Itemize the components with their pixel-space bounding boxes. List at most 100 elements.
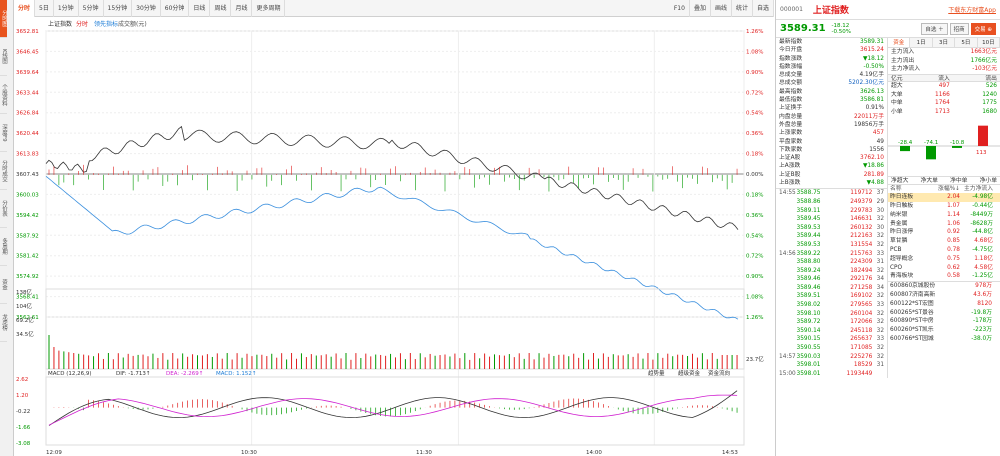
quote-name: 上证指数 bbox=[812, 6, 849, 16]
sector-row[interactable]: 纳米银 1.14 -8449万 bbox=[888, 211, 1000, 220]
sector-row[interactable]: 草甘膦 0.85 4.68亿 bbox=[888, 237, 1000, 246]
macd-label-1: 1.20 bbox=[16, 393, 29, 399]
sector-name: 纳米银 bbox=[890, 211, 908, 218]
period-tab-3[interactable]: 5分钟 bbox=[79, 0, 104, 17]
tick-cell-0 bbox=[779, 361, 797, 370]
tick-cell-0 bbox=[779, 267, 797, 276]
tick-cell-2: 215763 bbox=[850, 250, 873, 257]
period-tab-1[interactable]: 5日 bbox=[35, 0, 54, 17]
stock-row[interactable]: 600890 *ST中房 -178万 bbox=[888, 317, 1000, 326]
dif-line bbox=[48, 390, 738, 426]
sidebar-item-4[interactable]: 分时成交 bbox=[0, 152, 7, 190]
tick-cell-0 bbox=[779, 344, 797, 353]
tick-cell-1: 3590.55 bbox=[796, 345, 821, 352]
sector-row[interactable]: 昨日涨停 0.92 -44.8亿 bbox=[888, 228, 1000, 237]
stat-value: ▼4.88 bbox=[866, 180, 884, 187]
fund-tab-3[interactable]: 5日 bbox=[955, 38, 978, 47]
sector-row[interactable]: 昨日连板 2.04 -4.98亿 bbox=[888, 193, 1000, 203]
stat-value: 0.91% bbox=[865, 105, 884, 112]
tick-row: 3598.01 18529 31 bbox=[776, 361, 887, 370]
indicator-tab-2[interactable]: 资金流向 bbox=[708, 369, 730, 377]
toolbar-right-1[interactable]: 叠加 bbox=[690, 0, 711, 17]
add-watchlist-button[interactable]: 自选 ＋ bbox=[921, 22, 948, 35]
period-tab-5[interactable]: 30分钟 bbox=[132, 0, 161, 17]
tick-cell-0 bbox=[779, 198, 797, 207]
tick-cell-3: 32 bbox=[876, 241, 885, 248]
tick-cell-2: 172066 bbox=[850, 319, 873, 326]
y-label-0: 3652.81 bbox=[16, 29, 39, 35]
period-tab-7[interactable]: 日线 bbox=[189, 0, 211, 17]
sidebar-item-3[interactable]: 深度F9 bbox=[0, 114, 7, 152]
stock-row[interactable]: 600260 *ST凯乐 -223万 bbox=[888, 326, 1000, 335]
tick-cell-3: 32 bbox=[876, 293, 885, 300]
time-label-0: 12:09 bbox=[46, 450, 62, 456]
stat-row: 今日开盘 3615.24 bbox=[776, 46, 887, 54]
y-label-11: 3581.42 bbox=[16, 254, 39, 260]
tick-cell-2: 1193449 bbox=[846, 370, 873, 377]
stock-list[interactable]: 600860 京城股份 978万 600807 济南高新 43.6万 600122 *ST宏图… bbox=[888, 281, 1000, 344]
sidebar-item-5[interactable]: 分价表 bbox=[0, 190, 7, 228]
tick-cell-0 bbox=[779, 224, 797, 233]
sector-name: CPO bbox=[890, 264, 903, 271]
sector-row[interactable]: 超导概念 0.75 1.18亿 bbox=[888, 255, 1000, 264]
sector-row[interactable]: CPO 0.62 4.58亿 bbox=[888, 264, 1000, 273]
tick-cell-2: 265637 bbox=[850, 336, 873, 343]
period-tab-10[interactable]: 更多周期 bbox=[252, 0, 286, 17]
indicator-tab-0[interactable]: 趋势量 bbox=[648, 369, 665, 377]
fund-tab-2[interactable]: 3日 bbox=[933, 38, 956, 47]
stock-name: 济南高新 bbox=[912, 292, 936, 299]
sidebar-item-2[interactable]: 个股资料 bbox=[0, 76, 7, 114]
sector-list[interactable]: 昨日连板 2.04 -4.98亿 昨日触板 1.07 -0.44亿 纳米银 1.14 -8449… bbox=[888, 193, 1000, 281]
intraday-chart[interactable]: 上证指数 分时 领先指标 成交额(元) 3652.81 1.26% 3646.45 1.08%… bbox=[14, 17, 774, 456]
tick-list[interactable]: 14:55 3588.75 119712 37 3588.86 249379 29 3589.… bbox=[776, 188, 887, 378]
toolbar-right-4[interactable]: 自选 bbox=[753, 0, 774, 17]
stat-row: 上证换手 0.91% bbox=[776, 104, 887, 112]
toolbar-right-0[interactable]: F10 bbox=[670, 0, 690, 17]
period-tab-9[interactable]: 月线 bbox=[231, 0, 253, 17]
stat-value: 4.19亿手 bbox=[859, 72, 884, 79]
stock-row[interactable]: 600122 *ST宏图 8120 bbox=[888, 300, 1000, 309]
sector-pct: 1.07 bbox=[947, 203, 960, 210]
sector-row[interactable]: PCB 0.78 -4.75亿 bbox=[888, 246, 1000, 255]
tick-cell-1: 3589.44 bbox=[796, 233, 821, 240]
indicator-tab-1[interactable]: 超级资金 bbox=[678, 369, 701, 377]
period-tab-4[interactable]: 15分钟 bbox=[104, 0, 133, 17]
stock-row[interactable]: 600766 *ST园城 -38.0万 bbox=[888, 335, 1000, 344]
toolbar-right-3[interactable]: 统计 bbox=[732, 0, 753, 17]
sidebar-item-8[interactable]: 龙虎榜 bbox=[0, 304, 7, 342]
stock-row[interactable]: 600807 济南高新 43.6万 bbox=[888, 291, 1000, 300]
sidebar-item-0[interactable]: 分时图 bbox=[0, 0, 7, 38]
trade-button[interactable]: 交易 ⊕ bbox=[970, 22, 996, 35]
period-tab-6[interactable]: 60分钟 bbox=[161, 0, 190, 17]
broker-button[interactable]: 招商 bbox=[949, 22, 969, 35]
tick-cell-2: 260132 bbox=[850, 224, 873, 231]
sector-row[interactable]: 青海板块 0.58 -1.25亿 bbox=[888, 272, 1000, 281]
stat-label: 外盘总量 bbox=[779, 121, 803, 128]
toolbar-right-2[interactable]: 画线 bbox=[711, 0, 732, 17]
fund-tab-0[interactable]: 资金 bbox=[888, 38, 911, 47]
download-link[interactable]: 下载东方财富App bbox=[948, 5, 996, 14]
sidebar-item-1[interactable]: K线图 bbox=[0, 38, 7, 76]
legend-lead: 领先指标 bbox=[94, 20, 118, 28]
left-sidebar: 分时图 K线图 个股资料 深度F9 分时成交 分价表 多周期 资金 龙虎榜 bbox=[0, 0, 14, 456]
tick-cell-0 bbox=[779, 232, 797, 241]
stock-row[interactable]: 600265 *ST景谷 -19.8万 bbox=[888, 309, 1000, 318]
sidebar-item-7[interactable]: 资金 bbox=[0, 266, 7, 304]
chart-area: 上证指数 分时 领先指标 成交额(元) 3652.81 1.26% 3646.45 1.08%… bbox=[14, 17, 774, 456]
fund-tab-1[interactable]: 1日 bbox=[910, 38, 933, 47]
sector-table: 名称 涨幅%↓ 主力净流入 昨日连板 2.04 -4.98亿 昨日触板 1.07 -0.44亿… bbox=[888, 185, 1000, 344]
tick-row: 3589.44 212163 32 bbox=[776, 232, 887, 241]
change-block: -18.12 -0.50% bbox=[832, 23, 851, 35]
tick-cell-3 bbox=[872, 370, 884, 379]
period-tab-2[interactable]: 1分钟 bbox=[54, 0, 79, 17]
stat-label: 最高指数 bbox=[779, 88, 803, 95]
sidebar-item-6[interactable]: 多周期 bbox=[0, 228, 7, 266]
stock-row[interactable]: 600860 京城股份 978万 bbox=[888, 282, 1000, 291]
stat-row: 内盘总量 22011万手 bbox=[776, 113, 887, 121]
sector-row[interactable]: 贵金属 1.06 -8628万 bbox=[888, 220, 1000, 229]
fund-tab-4[interactable]: 10日 bbox=[978, 38, 1000, 47]
y-pct-8: 0.18% bbox=[746, 192, 763, 198]
period-tab-0[interactable]: 分时 bbox=[14, 0, 36, 17]
sector-row[interactable]: 昨日触板 1.07 -0.44亿 bbox=[888, 202, 1000, 211]
period-tab-8[interactable]: 周线 bbox=[210, 0, 232, 17]
